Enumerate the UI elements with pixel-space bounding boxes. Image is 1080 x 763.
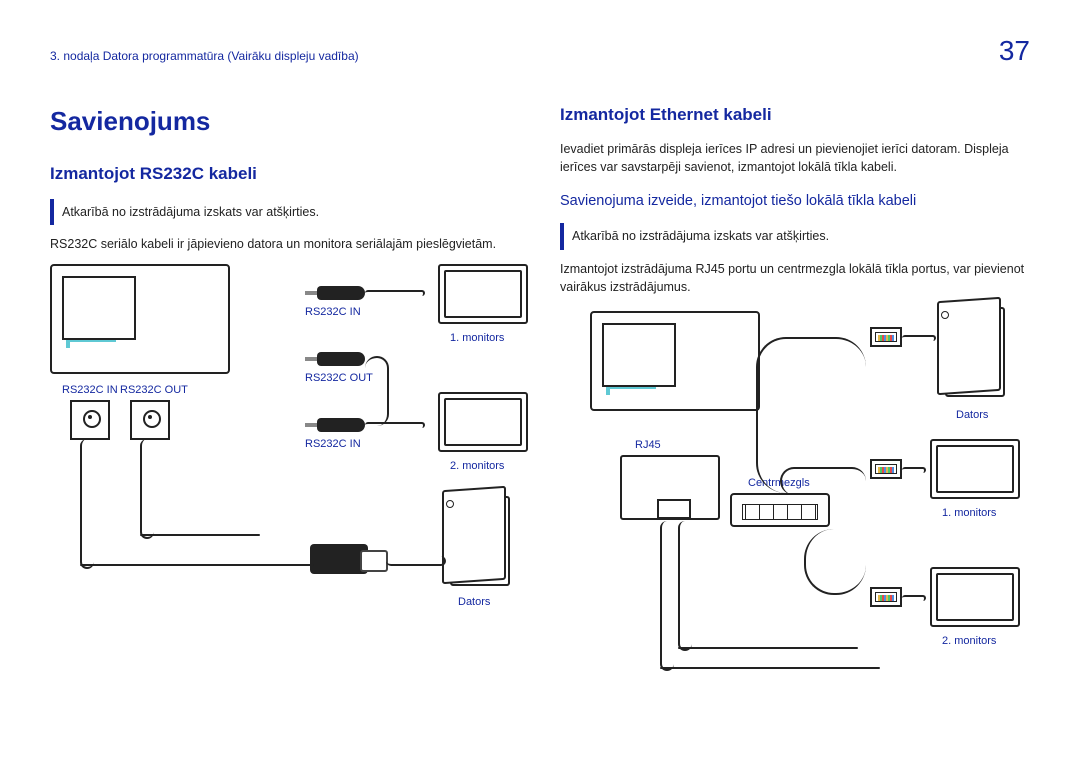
label-monitor-1: 1. monitors	[450, 330, 504, 347]
cable-icon	[140, 534, 260, 536]
rj45-plug-icon	[870, 459, 902, 479]
cable-icon	[386, 556, 446, 566]
ethernet-body-2: Izmantojot izstrādājuma RJ45 portu un ce…	[560, 260, 1030, 298]
page-title: Savienojums	[50, 102, 520, 141]
label-monitor-1-b: 1. monitors	[942, 505, 996, 522]
cable-icon	[365, 290, 425, 296]
monitor-front-icon	[930, 439, 1020, 499]
label-rs232c-out-2: RS232C OUT	[305, 370, 373, 387]
cable-icon	[365, 356, 389, 426]
right-column: Izmantojot Ethernet kabeli Ievadiet prim…	[560, 102, 1030, 727]
label-rs232c-out: RS232C OUT	[120, 382, 188, 399]
cable-icon	[365, 422, 425, 428]
cable-icon	[902, 335, 936, 341]
jack-plug-icon	[305, 286, 365, 300]
label-monitor-2: 2. monitors	[450, 458, 504, 475]
cable-icon	[678, 647, 858, 649]
cable-icon	[660, 521, 674, 671]
label-rs232c-in: RS232C IN	[62, 382, 118, 399]
cable-icon	[80, 439, 94, 569]
jack-in-icon	[70, 400, 110, 440]
hub-icon	[730, 493, 830, 527]
label-rs232c-in-2: RS232C IN	[305, 304, 361, 321]
rs232c-diagram: RS232C IN RS232C OUT RS232C IN RS232C OU…	[50, 264, 520, 624]
label-dators-2: Dators	[956, 407, 988, 424]
top-bar: 3. nodaļa Datora programmatūra (Vairāku …	[50, 30, 1030, 72]
vga-connector-icon	[310, 544, 368, 574]
jack-plug-icon	[305, 418, 365, 432]
computer-tower-icon	[945, 307, 1005, 397]
label-rs232c-in-3: RS232C IN	[305, 436, 361, 453]
note-ethernet: Atkarībā no izstrādājuma izskats var atš…	[560, 223, 1030, 250]
monitor-front-icon	[930, 567, 1020, 627]
note-rs232c: Atkarībā no izstrādājuma izskats var atš…	[50, 199, 520, 226]
left-column: Savienojums Izmantojot RS232C kabeli Atk…	[50, 102, 520, 727]
cable-icon	[80, 564, 314, 566]
label-monitor-2-b: 2. monitors	[942, 633, 996, 650]
monitor-rear-icon	[50, 264, 230, 374]
computer-tower-icon	[450, 496, 510, 586]
cable-icon	[902, 595, 926, 601]
page-number: 37	[999, 30, 1030, 72]
breadcrumb: 3. nodaļa Datora programmatūra (Vairāku …	[50, 47, 359, 65]
rj45-plug-icon	[870, 327, 902, 347]
cable-icon	[804, 529, 866, 595]
monitor-rear-icon	[590, 311, 760, 411]
cable-icon	[678, 521, 692, 651]
cable-icon	[902, 467, 926, 473]
ethernet-body-1: Ievadiet primārās displeja ierīces IP ad…	[560, 140, 1030, 178]
section-rs232c-heading: Izmantojot RS232C kabeli	[50, 161, 520, 187]
rj45-plug-icon	[870, 587, 902, 607]
monitor-rj45-icon	[620, 455, 720, 520]
subsection-direct-lan: Savienojuma izveide, izmantojot tiešo lo…	[560, 191, 1030, 213]
cable-icon	[140, 439, 154, 539]
monitor-front-icon	[438, 392, 528, 452]
cable-icon	[780, 467, 866, 495]
rs232c-body: RS232C seriālo kabeli ir jāpievieno dato…	[50, 235, 520, 254]
section-ethernet-heading: Izmantojot Ethernet kabeli	[560, 102, 1030, 128]
monitor-front-icon	[438, 264, 528, 324]
label-dators: Dators	[458, 594, 490, 611]
jack-plug-icon	[305, 352, 365, 366]
cable-icon	[660, 667, 880, 669]
label-rj45: RJ45	[635, 437, 661, 454]
ethernet-diagram: RJ45 Centrmezgls Dators 1. monitors 2. m…	[560, 307, 1030, 727]
content-columns: Savienojums Izmantojot RS232C kabeli Atk…	[50, 102, 1030, 727]
jack-out-icon	[130, 400, 170, 440]
